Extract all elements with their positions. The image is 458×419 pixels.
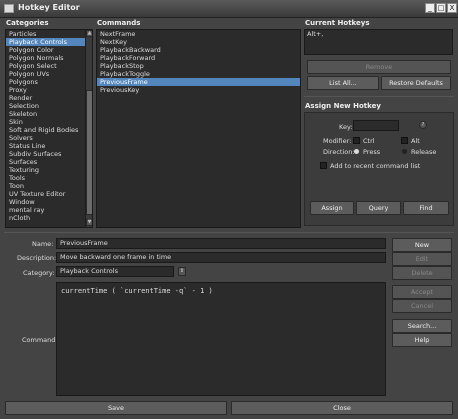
name-field[interactable]: PreviousFrame	[56, 238, 386, 249]
window-title: Hotkey Editor	[18, 3, 80, 12]
command-item[interactable]: NextFrame	[97, 30, 300, 38]
commands-header: Commands	[97, 19, 141, 27]
category-item[interactable]: Polygons	[6, 78, 86, 86]
press-radio[interactable]	[354, 149, 359, 154]
restore-defaults-button[interactable]: Restore Defaults	[381, 76, 451, 90]
category-item[interactable]: Polygon Normals	[6, 54, 86, 62]
description-field[interactable]: Move backward one frame in time	[56, 252, 386, 263]
remove-button[interactable]: Remove	[307, 60, 451, 74]
command-item[interactable]: PlaybackStop	[97, 62, 300, 70]
modifier-label: Modifier:	[323, 137, 352, 145]
release-radio[interactable]	[402, 149, 407, 154]
press-label: Press	[363, 148, 381, 156]
ctrl-checkbox[interactable]	[353, 137, 360, 144]
minimize-button[interactable]: _	[425, 3, 435, 13]
category-item[interactable]: UV Texture Editor	[6, 190, 86, 198]
help-button[interactable]: Help	[392, 333, 452, 347]
command-label: Command:	[22, 336, 58, 344]
name-label: Name:	[32, 240, 54, 248]
command-item[interactable]: PreviousFrame	[97, 78, 300, 86]
assign-panel: Key: ? Modifier: Ctrl Alt Direction: Pre…	[304, 112, 454, 226]
category-item[interactable]: Solvers	[6, 134, 86, 142]
category-item[interactable]: Polygon Select	[6, 62, 86, 70]
key-input[interactable]	[353, 120, 399, 131]
category-item[interactable]: Tools	[6, 174, 86, 182]
categories-header: Categories	[6, 19, 49, 27]
category-item[interactable]: Playback Controls	[6, 38, 86, 46]
category-item[interactable]: Toon	[6, 182, 86, 190]
key-label: Key:	[339, 123, 353, 131]
category-item[interactable]: Status Line	[6, 142, 86, 150]
command-editor[interactable]: currentTime ( `currentTime -q` - 1 )	[56, 282, 386, 396]
current-hotkeys-list[interactable]: Alt+,	[304, 29, 453, 55]
maximize-button[interactable]: □	[436, 3, 446, 13]
commands-list[interactable]: NextFrame NextKey PlaybackBackward Playback…	[96, 29, 301, 228]
edit-button[interactable]: Edit	[392, 252, 452, 266]
save-button[interactable]: Save	[5, 401, 227, 415]
direction-label: Direction:	[323, 148, 355, 156]
category-item[interactable]: Selection	[6, 102, 86, 110]
list-all-button[interactable]: List All...	[307, 76, 379, 90]
category-item[interactable]: nCloth	[6, 214, 86, 222]
command-item[interactable]: PlaybackBackward	[97, 46, 300, 54]
category-item[interactable]: Window	[6, 198, 86, 206]
key-help-icon[interactable]: ?	[419, 121, 427, 129]
alt-label: Alt	[411, 137, 420, 145]
scroll-down-icon[interactable]: ▼	[86, 219, 92, 226]
divider	[304, 96, 454, 97]
divider	[4, 232, 454, 233]
category-item[interactable]: Skeleton	[6, 110, 86, 118]
cancel-button[interactable]: Cancel	[392, 299, 452, 313]
categories-list[interactable]: Particles Playback Controls Polygon Color P…	[5, 29, 93, 228]
categories-scrollbar[interactable]: ▲ ▼	[85, 30, 92, 227]
description-label: Description:	[17, 254, 57, 262]
find-button[interactable]: Find	[403, 201, 449, 215]
category-select[interactable]: Playback Controls	[56, 266, 174, 277]
category-item[interactable]: Skin	[6, 118, 86, 126]
close-button[interactable]: Close	[231, 401, 453, 415]
category-item[interactable]: Surfaces	[6, 158, 86, 166]
command-item[interactable]: NextKey	[97, 38, 300, 46]
category-item[interactable]: Particles	[6, 30, 86, 38]
command-item[interactable]: PlaybackForward	[97, 54, 300, 62]
command-item[interactable]: PlaybackToggle	[97, 70, 300, 78]
assign-button[interactable]: Assign	[310, 201, 354, 215]
close-window-button[interactable]: X	[447, 3, 457, 13]
category-item[interactable]: Subdiv Surfaces	[6, 150, 86, 158]
category-label: Category:	[23, 269, 55, 277]
alt-checkbox[interactable]	[401, 137, 408, 144]
query-button[interactable]: Query	[356, 201, 401, 215]
category-item[interactable]: Polygon Color	[6, 46, 86, 54]
title-bar: Hotkey Editor _ □ X	[0, 0, 458, 18]
new-button[interactable]: New	[392, 238, 452, 252]
scroll-thumb[interactable]	[86, 90, 92, 215]
category-item[interactable]: Render	[6, 94, 86, 102]
category-item[interactable]: Polygon UVs	[6, 70, 86, 78]
search-button[interactable]: Search...	[392, 319, 452, 333]
recent-list-checkbox[interactable]	[320, 162, 327, 169]
category-item[interactable]: Proxy	[6, 86, 86, 94]
command-item[interactable]: PreviousKey	[97, 86, 300, 94]
release-label: Release	[411, 148, 437, 156]
hotkey-entry[interactable]: Alt+,	[305, 30, 452, 38]
category-item[interactable]: Soft and Rigid Bodies	[6, 126, 86, 134]
app-icon	[4, 4, 14, 13]
delete-button[interactable]: Delete	[392, 266, 452, 280]
ctrl-label: Ctrl	[363, 137, 375, 145]
category-item[interactable]: Texturing	[6, 166, 86, 174]
scroll-up-icon[interactable]: ▲	[86, 30, 92, 37]
recent-list-label: Add to recent command list	[330, 162, 421, 170]
assign-header: Assign New Hotkey	[305, 102, 381, 110]
category-dropdown-icon[interactable]: ⇕	[178, 267, 186, 276]
current-hotkeys-header: Current Hotkeys	[305, 19, 370, 27]
category-item[interactable]: mental ray	[6, 206, 86, 214]
accept-button[interactable]: Accept	[392, 285, 452, 299]
